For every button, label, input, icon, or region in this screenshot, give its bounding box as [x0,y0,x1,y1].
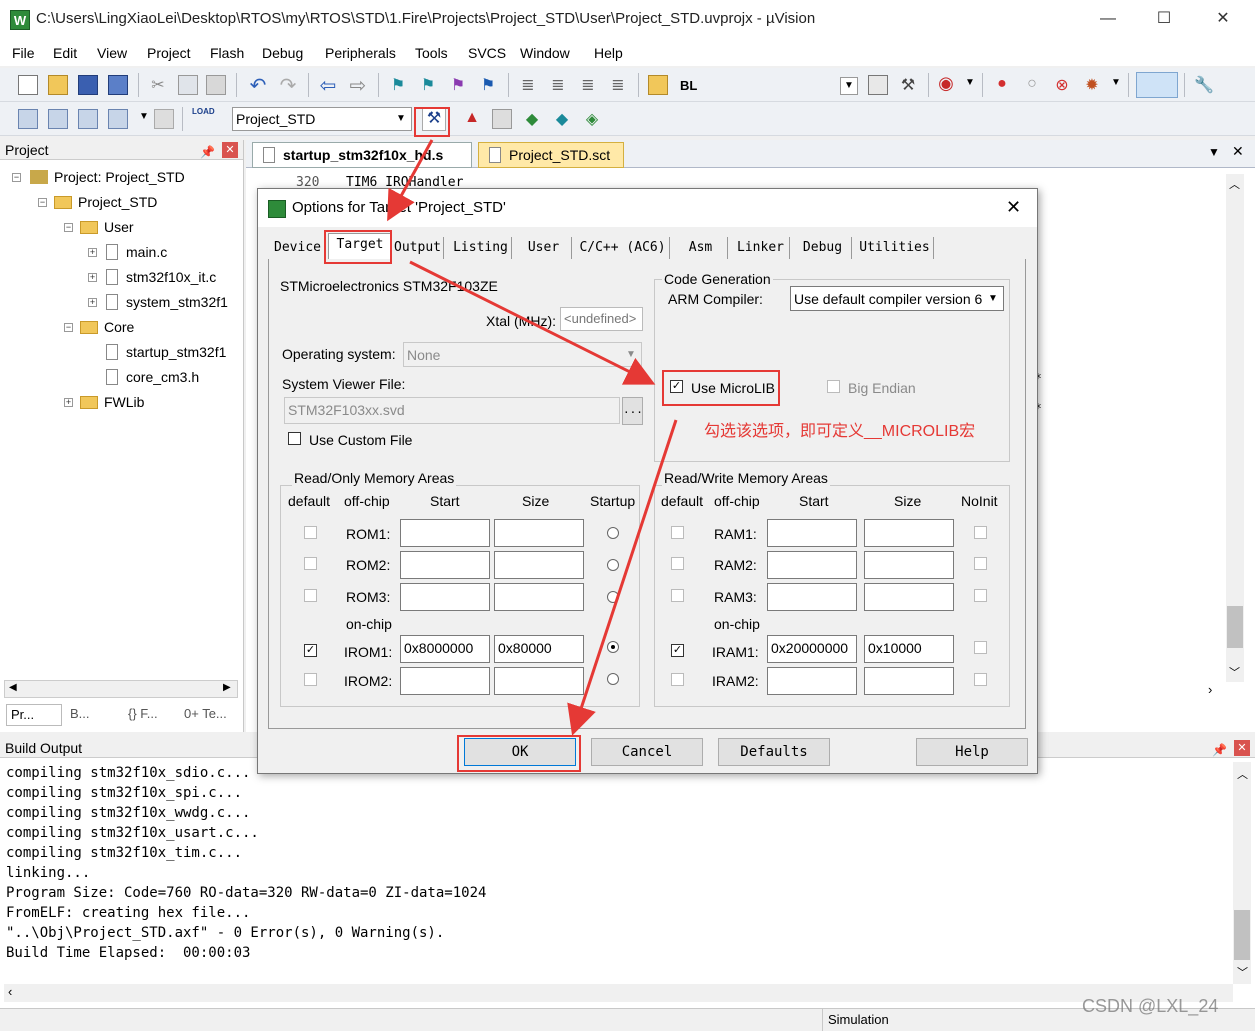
arrow-to-target-tab [387,139,434,222]
arrow-to-ok [567,419,678,736]
annotation-arrows [387,139,678,736]
arrow-to-microlib [409,260,656,385]
